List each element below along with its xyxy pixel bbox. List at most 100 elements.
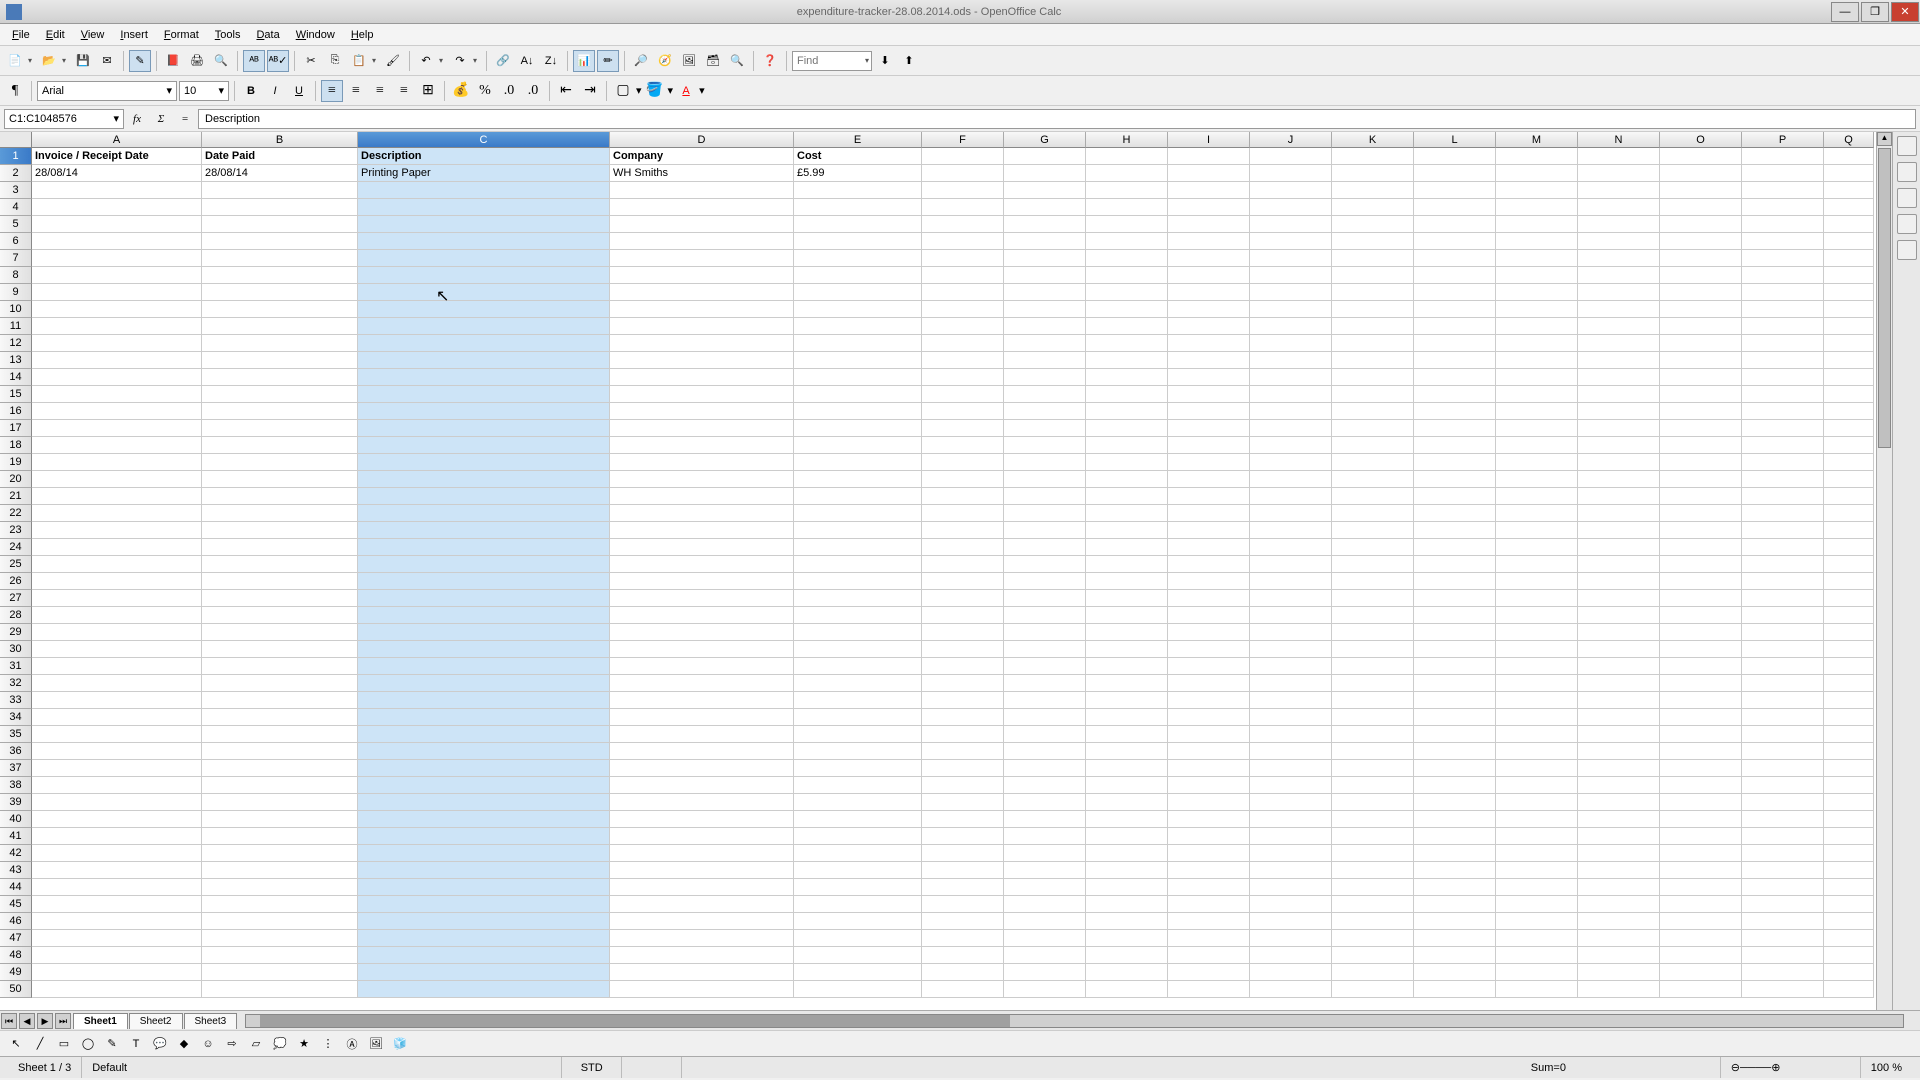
cell-A1[interactable]: Invoice / Receipt Date xyxy=(32,148,202,165)
cell-F10[interactable] xyxy=(922,301,1004,318)
cell-J44[interactable] xyxy=(1250,879,1332,896)
cell-P3[interactable] xyxy=(1742,182,1824,199)
cell-C11[interactable] xyxy=(358,318,610,335)
row-header-14[interactable]: 14 xyxy=(0,369,32,386)
cell-F26[interactable] xyxy=(922,573,1004,590)
cell-D11[interactable] xyxy=(610,318,794,335)
cell-E15[interactable] xyxy=(794,386,922,403)
cell-L38[interactable] xyxy=(1414,777,1496,794)
cell-H16[interactable] xyxy=(1086,403,1168,420)
cell-C26[interactable] xyxy=(358,573,610,590)
cell-F14[interactable] xyxy=(922,369,1004,386)
row-header-7[interactable]: 7 xyxy=(0,250,32,267)
cell-O24[interactable] xyxy=(1660,539,1742,556)
cell-I8[interactable] xyxy=(1168,267,1250,284)
cell-D33[interactable] xyxy=(610,692,794,709)
cell-G6[interactable] xyxy=(1004,233,1086,250)
cell-D41[interactable] xyxy=(610,828,794,845)
cell-P17[interactable] xyxy=(1742,420,1824,437)
cell-J42[interactable] xyxy=(1250,845,1332,862)
cell-G4[interactable] xyxy=(1004,199,1086,216)
row-header-23[interactable]: 23 xyxy=(0,522,32,539)
col-header-G[interactable]: G xyxy=(1004,132,1086,148)
cell-Q21[interactable] xyxy=(1824,488,1874,505)
row-header-48[interactable]: 48 xyxy=(0,947,32,964)
cell-O36[interactable] xyxy=(1660,743,1742,760)
cell-G14[interactable] xyxy=(1004,369,1086,386)
sheet-tab-sheet3[interactable]: Sheet3 xyxy=(184,1013,238,1029)
cell-M14[interactable] xyxy=(1496,369,1578,386)
cell-K14[interactable] xyxy=(1332,369,1414,386)
cell-D20[interactable] xyxy=(610,471,794,488)
cell-H3[interactable] xyxy=(1086,182,1168,199)
row-header-9[interactable]: 9 xyxy=(0,284,32,301)
cell-J40[interactable] xyxy=(1250,811,1332,828)
cell-M48[interactable] xyxy=(1496,947,1578,964)
cell-P38[interactable] xyxy=(1742,777,1824,794)
text-tool-button[interactable]: T xyxy=(126,1034,146,1054)
row-header-19[interactable]: 19 xyxy=(0,454,32,471)
cell-G32[interactable] xyxy=(1004,675,1086,692)
cell-L11[interactable] xyxy=(1414,318,1496,335)
cell-L17[interactable] xyxy=(1414,420,1496,437)
cell-Q15[interactable] xyxy=(1824,386,1874,403)
cell-F46[interactable] xyxy=(922,913,1004,930)
cell-E41[interactable] xyxy=(794,828,922,845)
cell-N10[interactable] xyxy=(1578,301,1660,318)
cell-A11[interactable] xyxy=(32,318,202,335)
cell-I31[interactable] xyxy=(1168,658,1250,675)
cell-I16[interactable] xyxy=(1168,403,1250,420)
maximize-button[interactable]: ❐ xyxy=(1861,2,1889,22)
cell-B29[interactable] xyxy=(202,624,358,641)
cell-Q30[interactable] xyxy=(1824,641,1874,658)
cell-L8[interactable] xyxy=(1414,267,1496,284)
cell-N5[interactable] xyxy=(1578,216,1660,233)
cell-N45[interactable] xyxy=(1578,896,1660,913)
cell-L12[interactable] xyxy=(1414,335,1496,352)
scroll-up-button[interactable]: ▲ xyxy=(1877,132,1892,146)
cell-K23[interactable] xyxy=(1332,522,1414,539)
cell-O12[interactable] xyxy=(1660,335,1742,352)
cell-J18[interactable] xyxy=(1250,437,1332,454)
cell-O46[interactable] xyxy=(1660,913,1742,930)
points-button[interactable]: ⋮ xyxy=(318,1034,338,1054)
cell-J21[interactable] xyxy=(1250,488,1332,505)
cell-I44[interactable] xyxy=(1168,879,1250,896)
cell-H13[interactable] xyxy=(1086,352,1168,369)
cell-F32[interactable] xyxy=(922,675,1004,692)
cell-N9[interactable] xyxy=(1578,284,1660,301)
cell-G3[interactable] xyxy=(1004,182,1086,199)
cell-O27[interactable] xyxy=(1660,590,1742,607)
cell-K33[interactable] xyxy=(1332,692,1414,709)
cell-J14[interactable] xyxy=(1250,369,1332,386)
cell-G11[interactable] xyxy=(1004,318,1086,335)
cell-K41[interactable] xyxy=(1332,828,1414,845)
cell-N19[interactable] xyxy=(1578,454,1660,471)
cell-Q16[interactable] xyxy=(1824,403,1874,420)
cell-F2[interactable] xyxy=(922,165,1004,182)
cell-I27[interactable] xyxy=(1168,590,1250,607)
cell-M2[interactable] xyxy=(1496,165,1578,182)
cell-G48[interactable] xyxy=(1004,947,1086,964)
cell-F24[interactable] xyxy=(922,539,1004,556)
paste-button[interactable]: 📋 xyxy=(348,50,370,72)
cell-I2[interactable] xyxy=(1168,165,1250,182)
cell-K42[interactable] xyxy=(1332,845,1414,862)
cell-O29[interactable] xyxy=(1660,624,1742,641)
cell-H27[interactable] xyxy=(1086,590,1168,607)
cell-P49[interactable] xyxy=(1742,964,1824,981)
sidebar-styles-button[interactable] xyxy=(1897,162,1917,182)
cell-Q38[interactable] xyxy=(1824,777,1874,794)
cell-O7[interactable] xyxy=(1660,250,1742,267)
cell-Q47[interactable] xyxy=(1824,930,1874,947)
cell-L4[interactable] xyxy=(1414,199,1496,216)
cell-E6[interactable] xyxy=(794,233,922,250)
cell-P45[interactable] xyxy=(1742,896,1824,913)
cell-K36[interactable] xyxy=(1332,743,1414,760)
cell-N30[interactable] xyxy=(1578,641,1660,658)
cell-B34[interactable] xyxy=(202,709,358,726)
cell-H12[interactable] xyxy=(1086,335,1168,352)
cell-Q31[interactable] xyxy=(1824,658,1874,675)
cell-B7[interactable] xyxy=(202,250,358,267)
cell-F33[interactable] xyxy=(922,692,1004,709)
